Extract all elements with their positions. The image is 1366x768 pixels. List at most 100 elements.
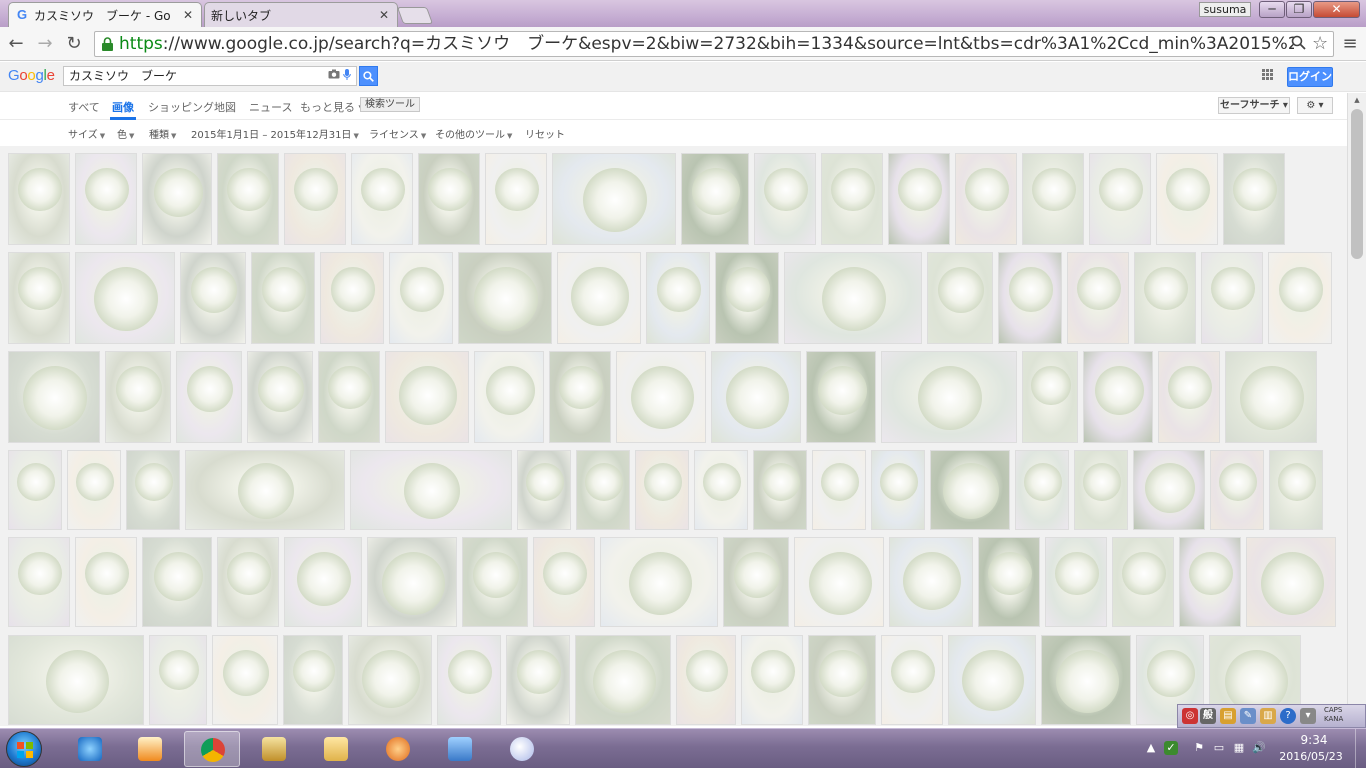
image-result-thumbnail[interactable] [75, 537, 137, 627]
image-result-thumbnail[interactable] [367, 537, 457, 627]
image-result-thumbnail[interactable] [485, 153, 547, 245]
image-result-thumbnail[interactable] [126, 450, 180, 530]
ime-mode-icon[interactable]: ◎ [1182, 708, 1198, 724]
image-result-thumbnail[interactable] [1210, 450, 1264, 530]
image-result-thumbnail[interactable] [1201, 252, 1263, 344]
filter-date-range[interactable]: 2015年1月1日 – 2015年12月31日 ▼ [191, 126, 359, 141]
image-result-thumbnail[interactable] [576, 450, 630, 530]
image-result-thumbnail[interactable] [517, 450, 571, 530]
image-result-thumbnail[interactable] [1134, 252, 1196, 344]
image-result-thumbnail[interactable] [142, 537, 212, 627]
image-result-thumbnail[interactable] [212, 635, 278, 725]
image-result-thumbnail[interactable] [1269, 450, 1323, 530]
image-result-thumbnail[interactable] [418, 153, 480, 245]
filter-type[interactable]: 種類 ▼ [149, 126, 176, 141]
image-result-thumbnail[interactable] [1015, 450, 1069, 530]
address-bar[interactable]: https://www.google.co.jp/search?q=カスミソウ … [94, 31, 1334, 57]
image-result-thumbnail[interactable] [575, 635, 671, 725]
image-result-thumbnail[interactable] [67, 450, 121, 530]
taskbar-image-viewer[interactable] [432, 731, 488, 767]
ime-dictionary-icon[interactable]: ▤ [1220, 708, 1236, 724]
image-result-thumbnail[interactable] [930, 450, 1010, 530]
ime-pad-icon[interactable]: ▥ [1260, 708, 1276, 724]
image-result-thumbnail[interactable] [251, 252, 315, 344]
forward-arrow-icon[interactable]: → [35, 34, 55, 54]
show-hidden-icons-icon[interactable]: ▲ [1144, 741, 1158, 755]
image-result-thumbnail[interactable] [552, 153, 676, 245]
image-result-thumbnail[interactable] [681, 153, 749, 245]
image-result-thumbnail[interactable] [723, 537, 789, 627]
taskbar-chrome[interactable] [184, 731, 240, 767]
image-result-thumbnail[interactable] [753, 450, 807, 530]
tab-new-tab[interactable]: 新しいタブ ✕ [204, 2, 398, 27]
image-result-thumbnail[interactable] [283, 635, 343, 725]
new-tab-button[interactable] [396, 7, 434, 24]
safesearch-button[interactable]: セーフサーチ ▾ [1218, 97, 1290, 114]
image-result-thumbnail[interactable] [458, 252, 552, 344]
ime-kanji-icon[interactable]: 般 [1200, 708, 1216, 724]
image-result-thumbnail[interactable] [8, 537, 70, 627]
image-result-thumbnail[interactable] [881, 351, 1017, 443]
image-result-thumbnail[interactable] [105, 351, 171, 443]
taskbar-paint[interactable] [494, 731, 550, 767]
close-window-button[interactable]: ✕ [1313, 1, 1360, 18]
image-result-thumbnail[interactable] [506, 635, 570, 725]
image-result-thumbnail[interactable] [871, 450, 925, 530]
image-result-thumbnail[interactable] [389, 252, 453, 344]
search-button[interactable] [359, 66, 378, 86]
image-result-thumbnail[interactable] [715, 252, 779, 344]
image-result-thumbnail[interactable] [217, 153, 279, 245]
image-result-thumbnail[interactable] [8, 635, 144, 725]
image-result-thumbnail[interactable] [1112, 537, 1174, 627]
speaker-icon[interactable]: 🔊 [1252, 741, 1266, 755]
image-result-thumbnail[interactable] [8, 153, 70, 245]
maximize-button[interactable]: ❐ [1286, 1, 1312, 18]
image-result-thumbnail[interactable] [955, 153, 1017, 245]
image-result-thumbnail[interactable] [676, 635, 736, 725]
image-result-thumbnail[interactable] [149, 635, 207, 725]
image-result-thumbnail[interactable] [320, 252, 384, 344]
image-result-thumbnail[interactable] [8, 351, 100, 443]
image-result-thumbnail[interactable] [549, 351, 611, 443]
image-result-thumbnail[interactable] [1268, 252, 1332, 344]
image-result-thumbnail[interactable] [474, 351, 544, 443]
taskbar-app[interactable] [370, 731, 426, 767]
tab-close-icon[interactable]: ✕ [181, 8, 195, 22]
login-button[interactable]: ログイン [1287, 67, 1333, 87]
network-icon[interactable]: ▦ [1232, 741, 1246, 755]
image-result-thumbnail[interactable] [351, 153, 413, 245]
image-result-thumbnail[interactable] [8, 450, 62, 530]
image-result-thumbnail[interactable] [888, 153, 950, 245]
apps-grid-icon[interactable] [1262, 69, 1273, 83]
image-result-thumbnail[interactable] [284, 153, 346, 245]
tab-news[interactable]: ニュース [249, 99, 292, 115]
image-result-thumbnail[interactable] [784, 252, 922, 344]
image-result-thumbnail[interactable] [794, 537, 884, 627]
search-input[interactable]: カスミソウ ブーケ [63, 66, 357, 86]
taskbar-media-player[interactable] [122, 731, 178, 767]
image-result-thumbnail[interactable] [180, 252, 246, 344]
image-result-thumbnail[interactable] [75, 252, 175, 344]
google-logo[interactable]: Google [8, 67, 55, 84]
tab-google-search[interactable]: G カスミソウ ブーケ - Go ✕ [8, 2, 202, 27]
image-result-thumbnail[interactable] [635, 450, 689, 530]
taskbar-explorer[interactable] [308, 731, 364, 767]
image-result-thumbnail[interactable] [998, 252, 1062, 344]
search-icon[interactable] [1291, 35, 1306, 54]
image-result-thumbnail[interactable] [1089, 153, 1151, 245]
tab-close-icon[interactable]: ✕ [377, 8, 391, 22]
image-result-thumbnail[interactable] [694, 450, 748, 530]
profile-badge[interactable]: susuma [1199, 2, 1251, 17]
image-result-thumbnail[interactable] [1067, 252, 1129, 344]
settings-gear-icon[interactable]: ⚙ ▾ [1297, 97, 1333, 114]
image-result-thumbnail[interactable] [600, 537, 718, 627]
image-result-thumbnail[interactable] [646, 252, 710, 344]
image-result-thumbnail[interactable] [754, 153, 816, 245]
image-result-thumbnail[interactable] [247, 351, 313, 443]
back-arrow-icon[interactable]: ← [6, 34, 26, 54]
tab-maps[interactable]: 地図 [214, 99, 236, 115]
tab-all[interactable]: すべて [68, 99, 100, 115]
filter-license[interactable]: ライセンス ▼ [369, 126, 426, 141]
filter-reset[interactable]: リセット [525, 126, 565, 141]
image-result-thumbnail[interactable] [75, 153, 137, 245]
